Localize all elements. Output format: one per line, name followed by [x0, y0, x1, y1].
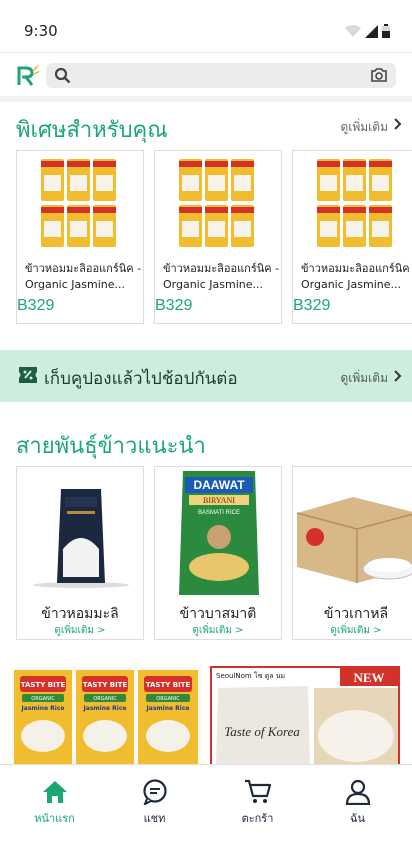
tasty-bite-brand: TASTY BITE: [21, 681, 66, 689]
product-name: ข้าวหอมมะลิออแกร์นิค - Organic Jasmine..…: [301, 262, 412, 291]
user-icon: [345, 779, 371, 805]
product-name: ข้าวหอมมะลิออแกร์นิค - Organic Jasmine..…: [25, 262, 142, 291]
jasmine-rice-label: Jasmine Rice: [83, 705, 127, 712]
nav-label: ฉัน: [349, 813, 365, 825]
product-name: ข้าวหอมมะลิออแกร์นิค - Organic Jasmine..…: [163, 262, 280, 291]
search-icon: [54, 67, 71, 84]
banner-tasty-bite[interactable]: TASTY BITE TASTY BITE TASTY BITE ORGANIC…: [12, 666, 202, 766]
coupon-banner[interactable]: เก็บคูปองแล้วไปช้อปกันต่อ ดูเพิ่มเติม: [0, 350, 412, 402]
variety-card-korean[interactable]: ข้าวเกาหลี ดูเพิ่มเติม >: [292, 466, 412, 640]
nav-cart[interactable]: ตะกร้า: [206, 765, 309, 835]
tasty-bite-image: TASTY BITE TASTY BITE TASTY BITE ORGANIC…: [14, 670, 198, 766]
nav-home[interactable]: หน้าแรก: [3, 765, 106, 835]
app-logo[interactable]: [16, 63, 40, 87]
basmati-text: BASMATI RICE: [198, 510, 240, 516]
camera-icon[interactable]: [370, 66, 388, 84]
seoulnom-title: SeoulNom โซ ตูล นม: [216, 671, 285, 680]
variety-name: ข้าวบาสมาติ: [179, 605, 257, 621]
product-card[interactable]: ข้าวหอมมะลิออแกร์นิค - Organic Jasmine..…: [292, 150, 412, 324]
product-price: B329: [17, 297, 55, 314]
wifi-icon: [345, 24, 361, 37]
status-time: 9:30: [24, 22, 58, 40]
search-input[interactable]: [46, 63, 396, 88]
battery-icon: [382, 24, 390, 38]
organic-label: ORGANIC: [93, 696, 117, 702]
coupon-see-more[interactable]: ดูเพิ่มเติม: [340, 369, 388, 388]
variety-see-more[interactable]: ดูเพิ่มเติม >: [293, 623, 412, 638]
tasty-bite-brand: TASTY BITE: [146, 681, 191, 689]
top-bar: [0, 52, 412, 96]
chat-icon: [143, 779, 167, 805]
jasmine-rice-label: Jasmine Rice: [146, 705, 190, 712]
variety-see-more[interactable]: ดูเพิ่มเติม >: [17, 623, 143, 638]
product-card[interactable]: ข้าวหอมมะลิออแกร์นิค - Organic Jasmine..…: [16, 150, 144, 324]
special-see-more[interactable]: ดูเพิ่มเติม: [340, 118, 388, 137]
signal-icon: [365, 24, 378, 38]
chevron-right-icon[interactable]: [394, 118, 402, 130]
variety-card-jasmine[interactable]: ข้าวหอมมะลิ ดูเพิ่มเติม >: [16, 466, 144, 640]
korean-rice-box-image: [296, 497, 412, 583]
organic-label: ORGANIC: [31, 696, 55, 702]
cart-icon: [245, 779, 272, 803]
varieties-title: สายพันธุ์ข้าวแนะนำ: [16, 433, 206, 458]
jasmine-rice-bag-image: [33, 489, 129, 588]
coupon-text: เก็บคูปองแล้วไปช้อปกันต่อ: [44, 369, 238, 388]
nav-label: ตะกร้า: [241, 813, 274, 825]
organic-label: ORGANIC: [156, 696, 180, 702]
variety-name: ข้าวเกาหลี: [323, 605, 389, 621]
nav-label: หน้าแรก: [34, 813, 75, 825]
biryani-text: BIRYANI: [203, 496, 235, 505]
status-icons: [345, 24, 390, 38]
bottom-nav: หน้าแรก แชท ตะกร้า ฉัน: [0, 764, 412, 844]
daawat-logo-text: DAAWAT: [193, 478, 245, 492]
chevron-right-icon[interactable]: [394, 370, 402, 382]
taste-of-korea-text: Taste of Korea: [224, 724, 300, 739]
variety-name: ข้าวหอมมะลิ: [41, 605, 119, 621]
product-card[interactable]: ข้าวหอมมะลิออแกร์นิค - Organic Jasmine..…: [154, 150, 282, 324]
basmati-rice-bag-image: DAAWAT BIRYANI BASMATI RICE: [179, 471, 259, 595]
product-image: [41, 159, 116, 247]
nav-profile[interactable]: ฉัน: [306, 765, 409, 835]
seoulnom-image: SeoulNom โซ ตูล นม NEW Taste of Korea: [210, 666, 400, 766]
new-badge: NEW: [353, 670, 384, 685]
status-bar: 9:30: [0, 0, 412, 52]
product-price: B329: [155, 297, 193, 314]
variety-card-basmati[interactable]: DAAWAT BIRYANI BASMATI RICE ข้าวบาสมาติ …: [154, 466, 282, 640]
nav-label: แชท: [143, 813, 166, 825]
varieties-section: สายพันธุ์ข้าวแนะนำ ข้าวหอมมะลิ ดูเพิ่มเต…: [0, 418, 412, 652]
product-price: B329: [293, 297, 331, 314]
variety-see-more[interactable]: ดูเพิ่มเติม >: [155, 623, 281, 638]
tasty-bite-brand: TASTY BITE: [83, 681, 128, 689]
product-image: [179, 159, 254, 247]
special-section: พิเศษสำหรับคุณ ดูเพิ่มเติม ข้าวหอมมะลิออ…: [0, 102, 412, 334]
home-icon: [43, 781, 67, 803]
product-image: [317, 159, 392, 247]
jasmine-rice-label: Jasmine Rice: [21, 705, 65, 712]
coupon-icon: [19, 367, 37, 383]
nav-chat[interactable]: แชท: [103, 765, 206, 835]
special-title: พิเศษสำหรับคุณ: [16, 117, 168, 142]
banner-seoulnom[interactable]: SeoulNom โซ ตูล นม NEW Taste of Korea: [210, 666, 400, 766]
